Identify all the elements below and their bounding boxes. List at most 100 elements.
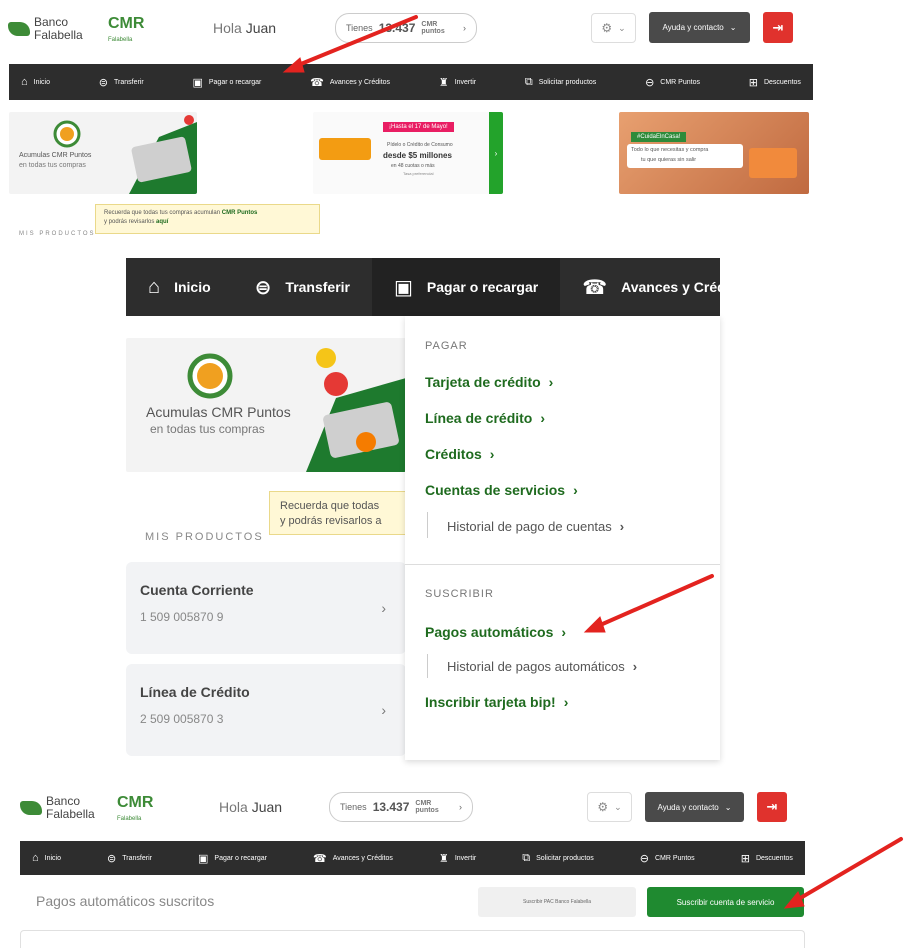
chevron-right-icon: ›	[381, 600, 386, 616]
nav-item-cmr-puntos[interactable]: ⊖ CMR Puntos	[645, 76, 700, 89]
nav-item-descuentos[interactable]: ⊞ Descuentos	[741, 852, 793, 865]
nav-item-label: Avances y Créditos	[332, 854, 393, 862]
nav-item-label: Inicio	[174, 279, 211, 295]
logout-icon: ⇥	[772, 19, 784, 35]
chevron-right-icon: ›	[459, 802, 462, 812]
nav-item-cmr-puntos[interactable]: ⊖ CMR Puntos	[640, 852, 695, 865]
nav-item-avances-y-créditos[interactable]: ☎ Avances y Créditos	[560, 258, 720, 316]
product-card[interactable]: Cuenta Corriente 1 509 005870 9 ›	[126, 562, 406, 654]
nav-item-transferir[interactable]: ⊜ Transferir	[99, 76, 144, 89]
here-link[interactable]: aquí	[156, 219, 168, 225]
cmr-puntos-tooltip-zoomed: Recuerda que todas y podrás revisarlos a	[269, 491, 409, 535]
settings-dropdown[interactable]: ⚙ ⌄	[587, 792, 632, 822]
divider	[405, 564, 720, 565]
product-number: 2 509 005870 3	[140, 712, 224, 726]
nav-item-avances-y-créditos[interactable]: ☎ Avances y Créditos	[310, 76, 390, 89]
nav-item-inicio[interactable]: ⌂ Inicio	[21, 76, 50, 88]
nav-item-label: Pagar o recargar	[214, 854, 267, 862]
nav-item-label: Transferir	[285, 279, 351, 295]
menu-item-cuentas-servicios[interactable]: Cuentas de servicios ›	[425, 482, 578, 498]
nav-item-label: Invertir	[454, 78, 477, 86]
content-panel	[20, 930, 805, 948]
nav-item-label: Pagar o recargar	[208, 78, 262, 86]
credit-promo-banner[interactable]: ¡Hasta el 17 de Mayo! Pídelo o Crédito d…	[313, 112, 503, 194]
points-pill[interactable]: Tienes 13.437 CMR puntos ›	[335, 13, 477, 43]
chevron-down-icon: ⌄	[724, 802, 732, 812]
menu-item-pagos-automaticos[interactable]: Pagos automáticos ›	[425, 624, 566, 640]
nav-item-inicio[interactable]: ⌂ Inicio	[126, 258, 233, 316]
menu-item-historial-pagos-automaticos[interactable]: Historial de pagos automáticos ›	[447, 659, 637, 674]
cmr-logo[interactable]: CMR Falabella	[108, 16, 144, 48]
nav-item-invertir[interactable]: ♜ Invertir	[439, 76, 476, 89]
home-promo-banner[interactable]: #CuidaElnCasa! Todo lo que necesitas y c…	[619, 112, 809, 194]
main-nav-zoomed: ⌂ Inicio ⊜ Transferir ▣ Pagar o recargar ☎ Avan…	[126, 258, 720, 316]
menu-item-tarjeta-credito[interactable]: Tarjeta de crédito ›	[425, 374, 553, 390]
user-name: Juan	[245, 20, 277, 36]
points-pill[interactable]: Tienes 13.437 CMR puntos ›	[329, 792, 473, 822]
product-name: Línea de Crédito	[140, 684, 250, 700]
nav-item-pagar-o-recargar[interactable]: ▣ Pagar o recargar	[372, 258, 561, 316]
transfer-icon: ⊜	[107, 852, 117, 865]
bank-logo-icon	[8, 22, 30, 36]
chevron-right-icon: ›	[463, 23, 466, 33]
nav-item-label: Solicitar productos	[538, 78, 597, 86]
subscribe-service-account-button[interactable]: Suscribir cuenta de servicio	[647, 887, 804, 917]
logout-button[interactable]: ⇥	[757, 792, 787, 822]
cmr-logo[interactable]: CMR Falabella	[117, 795, 153, 827]
nav-item-solicitar-productos[interactable]: ⧉ Solicitar productos	[522, 852, 593, 865]
cmr-puntos-banner[interactable]: Acumulas CMR Puntos en todas tus compras	[9, 112, 197, 194]
cmr-puntos-title: Acumulas CMR Puntos	[146, 404, 291, 420]
nav-item-solicitar-productos[interactable]: ⧉ Solicitar productos	[525, 76, 596, 89]
bank-name-line2: Falabella	[34, 28, 83, 42]
nav-item-pagar-o-recargar[interactable]: ▣ Pagar o recargar	[198, 852, 267, 865]
nav-item-pagar-o-recargar[interactable]: ▣ Pagar o recargar	[192, 76, 261, 89]
menu-item-creditos[interactable]: Créditos ›	[425, 446, 494, 462]
page-title: Pagos automáticos suscritos	[36, 893, 215, 909]
bank-logo[interactable]: Banco Falabella	[8, 16, 83, 42]
main-nav: ⌂ Inicio ⊜ Transferir ▣ Pagar o recargar ☎ Avan…	[9, 64, 813, 100]
nav-item-label: CMR Puntos	[660, 78, 700, 86]
nav-item-inicio[interactable]: ⌂ Inicio	[32, 852, 61, 864]
nav-item-transferir[interactable]: ⊜ Transferir	[233, 258, 372, 316]
nav-item-descuentos[interactable]: ⊞ Descuentos	[749, 76, 801, 89]
menu-item-historial-cuentas[interactable]: Historial de pago de cuentas ›	[447, 519, 624, 534]
pay-icon: ▣	[192, 76, 203, 89]
subscribe-pac-button[interactable]: Suscribir PAC Banco Falabella	[478, 887, 636, 917]
points-icon: ⊖	[645, 76, 655, 89]
home-icon: ⌂	[32, 852, 39, 864]
cmr-puntos-banner-zoomed[interactable]: Acumulas CMR Puntos en todas tus compras	[126, 338, 406, 472]
transfer-icon: ⊜	[254, 276, 272, 299]
nav-item-label: Inicio	[44, 854, 61, 862]
chevron-down-icon: ⌄	[729, 23, 737, 32]
cmr-puntos-subtitle: en todas tus compras	[19, 162, 86, 169]
invest-icon: ♜	[438, 76, 449, 89]
pay-icon: ▣	[198, 852, 209, 865]
nav-item-label: Descuentos	[755, 854, 793, 862]
mis-productos-label-zoomed: MIS PRODUCTOS	[145, 531, 264, 543]
menu-item-inscribir-bip[interactable]: Inscribir tarjeta bip! ›	[425, 694, 568, 710]
nav-item-label: Transferir	[122, 854, 152, 862]
logout-button[interactable]: ⇥	[763, 12, 793, 43]
atm-icon: ☎	[313, 852, 327, 865]
nav-item-invertir[interactable]: ♜ Invertir	[439, 852, 476, 865]
help-contact-button[interactable]: Ayuda y contacto ⌄	[645, 792, 744, 822]
card-image	[749, 148, 797, 178]
suscribir-heading: SUSCRIBIR	[425, 588, 494, 600]
nav-item-label: Avances y Créditos	[621, 279, 720, 295]
nav-item-avances-y-créditos[interactable]: ☎ Avances y Créditos	[313, 852, 393, 865]
banner-next-button[interactable]: ›	[489, 112, 503, 194]
chevron-right-icon: ›	[381, 702, 386, 718]
settings-dropdown[interactable]: ⚙ ⌄	[591, 13, 636, 43]
nav-item-transferir[interactable]: ⊜ Transferir	[107, 852, 152, 865]
bank-logo[interactable]: Banco Falabella	[20, 795, 95, 821]
points-icon: ⊖	[639, 852, 649, 865]
gift-icon: ⊞	[748, 76, 758, 89]
user-name: Juan	[251, 799, 283, 815]
product-card[interactable]: Línea de Crédito 2 509 005870 3 ›	[126, 664, 406, 756]
menu-item-linea-credito[interactable]: Línea de crédito ›	[425, 410, 545, 426]
request-icon: ⧉	[522, 851, 531, 864]
gear-icon: ⚙	[597, 800, 609, 814]
help-contact-button[interactable]: Ayuda y contacto ⌄	[649, 12, 750, 43]
pay-dropdown-menu: PAGAR Tarjeta de crédito › Línea de crédi…	[405, 316, 720, 760]
nav-item-label: Solicitar productos	[536, 854, 594, 862]
